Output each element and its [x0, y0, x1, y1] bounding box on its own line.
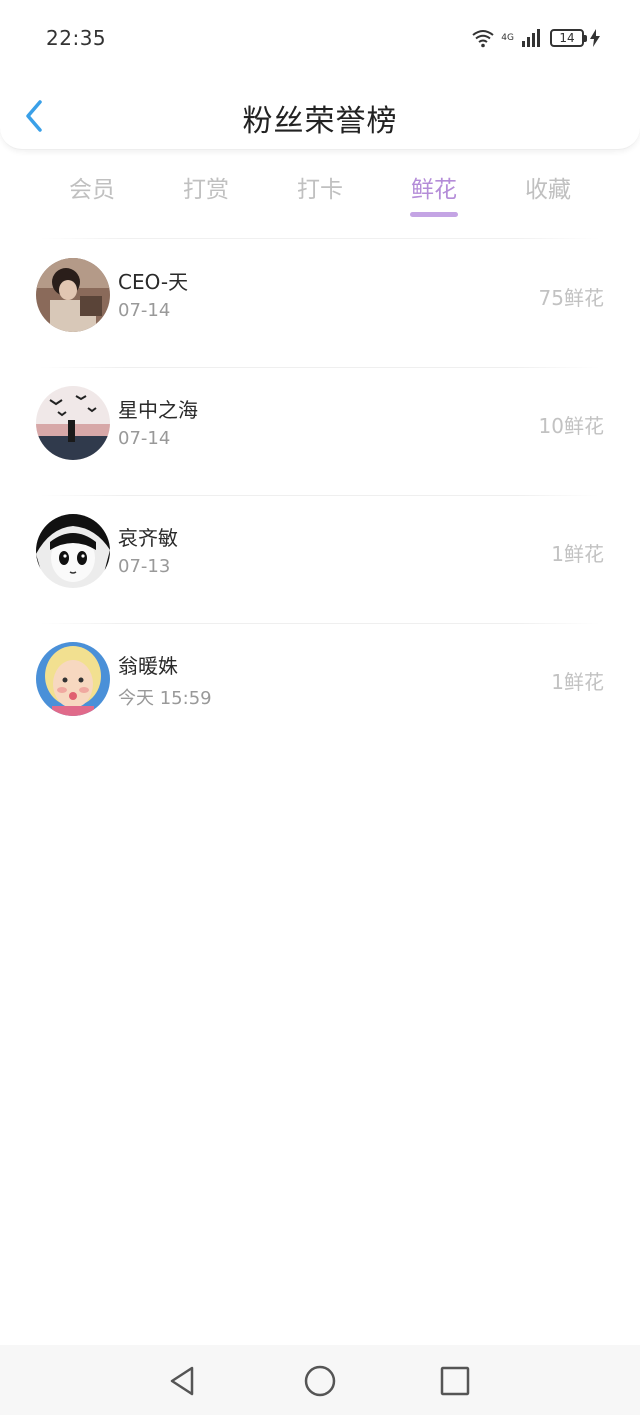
- battery-level: 14: [559, 31, 575, 45]
- status-icons: 4G 14: [471, 24, 600, 52]
- square-recents-icon: [440, 1366, 470, 1396]
- avatar-image: [36, 642, 110, 716]
- tab-checkin[interactable]: 打卡: [280, 170, 360, 204]
- signal-icon: [522, 29, 540, 47]
- avatar: [36, 514, 110, 588]
- fan-name: CEO-天: [118, 270, 189, 294]
- avatar: [36, 642, 110, 716]
- flower-count: 75鲜花: [538, 286, 604, 310]
- nav-back-button[interactable]: [164, 1363, 200, 1399]
- tab-favorites[interactable]: 收藏: [508, 170, 588, 204]
- fan-list: CEO-天 07-14 75鲜花 星中之海 07-14 10鲜花 哀齐敏 07-…: [0, 240, 640, 752]
- status-time: 22:35: [46, 26, 107, 50]
- list-item[interactable]: 哀齐敏 07-13 1鲜花: [0, 496, 640, 624]
- page-title: 粉丝荣誉榜: [242, 104, 398, 139]
- tab-flowers[interactable]: 鲜花: [394, 170, 474, 217]
- wifi-icon: [472, 30, 494, 48]
- list-item[interactable]: 翁暖姝 今天 15:59 1鲜花: [0, 624, 640, 752]
- avatar: [36, 386, 110, 460]
- tab-bar: 会员 打赏 打卡 鲜花 收藏: [0, 170, 640, 220]
- fan-date: 07-13: [118, 556, 171, 577]
- flower-count: 10鲜花: [538, 414, 604, 438]
- flower-count: 1鲜花: [551, 670, 604, 694]
- nav-recents-button[interactable]: [437, 1363, 473, 1399]
- avatar: [36, 258, 110, 332]
- avatar-image: [36, 386, 110, 460]
- flower-count: 1鲜花: [551, 542, 604, 566]
- fan-date: 07-14: [118, 300, 171, 321]
- avatar-image: [36, 258, 110, 332]
- tab-membership[interactable]: 会员: [52, 170, 132, 204]
- circle-home-icon: [304, 1365, 336, 1397]
- fan-name: 哀齐敏: [118, 526, 178, 550]
- avatar-image: [36, 514, 110, 588]
- charging-icon: [590, 29, 600, 47]
- fan-name: 星中之海: [118, 398, 198, 422]
- fan-date: 07-14: [118, 428, 171, 449]
- list-item[interactable]: CEO-天 07-14 75鲜花: [0, 240, 640, 368]
- divider: [40, 238, 600, 239]
- tab-label: 打赏: [183, 177, 229, 203]
- active-tab-indicator: [410, 212, 458, 217]
- system-nav-bar: [0, 1345, 640, 1415]
- tab-label: 鲜花: [411, 177, 457, 203]
- app-header: 22:35 4G 14 粉丝荣誉榜: [0, 0, 640, 150]
- tab-tips[interactable]: 打赏: [166, 170, 246, 204]
- list-item[interactable]: 星中之海 07-14 10鲜花: [0, 368, 640, 496]
- fan-name: 翁暖姝: [118, 654, 178, 678]
- network-type-label: 4G: [501, 32, 514, 43]
- tab-label: 收藏: [525, 177, 571, 203]
- battery-icon: 14: [550, 29, 587, 47]
- tab-label: 会员: [69, 177, 115, 203]
- tab-label: 打卡: [297, 177, 343, 203]
- nav-home-button[interactable]: [302, 1363, 338, 1399]
- fan-date: 今天 15:59: [118, 688, 212, 709]
- triangle-back-icon: [170, 1366, 194, 1396]
